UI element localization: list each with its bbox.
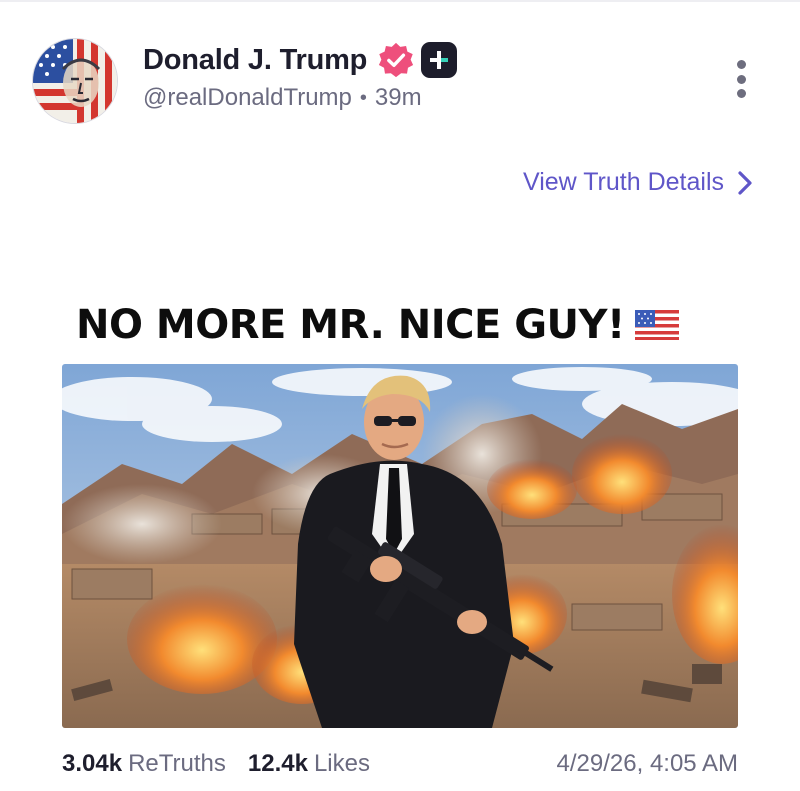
meta-separator: • <box>359 86 367 109</box>
more-options-button[interactable] <box>733 60 749 98</box>
image-caption: NO MORE MR. NICE GUY! <box>76 302 679 348</box>
chevron-right-icon <box>738 170 752 195</box>
more-vertical-icon <box>736 60 746 69</box>
post-stats: 3.04k ReTruths 12.4k Likes 4/29/26, 4:05… <box>62 750 738 778</box>
author-handle[interactable]: @realDonaldTrump <box>143 84 352 112</box>
plus-badge-icon <box>421 42 458 78</box>
post-time-ago: 39m <box>374 84 422 111</box>
avatar-image <box>33 39 117 123</box>
author-meta: @realDonaldTrump • 39m <box>143 84 422 112</box>
post-image-illustration <box>62 364 738 728</box>
author-row: Donald J. Trump <box>143 40 458 80</box>
more-dot <box>736 89 746 98</box>
likes-label: Likes <box>313 750 370 777</box>
likes-count: 12.4k <box>247 750 308 777</box>
author-name[interactable]: Donald J. Trump <box>143 44 367 77</box>
retruths-stat[interactable]: 3.04k ReTruths <box>62 750 226 778</box>
view-truth-details-label: View Truth Details <box>522 168 724 196</box>
image-caption-text: NO MORE MR. NICE GUY! <box>76 302 625 348</box>
retruths-count: 3.04k <box>62 750 123 777</box>
post-timestamp: 4/29/26, 4:05 AM <box>556 750 738 777</box>
verified-badge-icon <box>379 42 414 78</box>
view-truth-details-link[interactable]: View Truth Details <box>523 168 752 197</box>
post-image[interactable] <box>62 364 738 728</box>
more-dot <box>736 74 746 84</box>
top-divider <box>0 0 800 2</box>
avatar[interactable] <box>32 38 118 124</box>
us-flag-icon <box>634 310 679 340</box>
retruths-label: ReTruths <box>128 750 226 777</box>
likes-stat[interactable]: 12.4k Likes <box>248 750 370 778</box>
